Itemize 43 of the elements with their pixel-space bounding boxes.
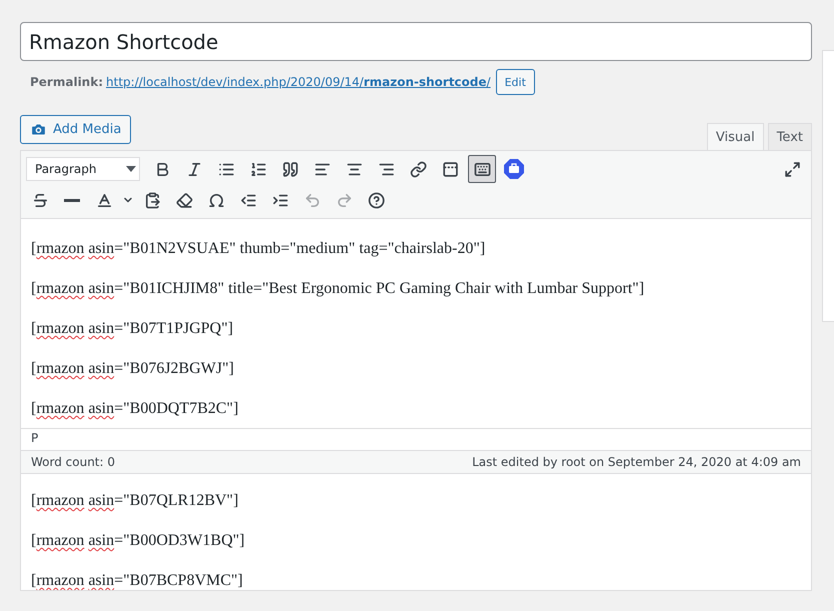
numbered-list-icon <box>250 160 266 178</box>
help-icon <box>368 192 384 208</box>
omega-icon <box>208 192 224 208</box>
element-path[interactable]: P <box>31 431 38 445</box>
align-left-icon <box>314 160 330 178</box>
bulleted-list-icon <box>218 160 234 178</box>
link-icon <box>410 160 426 178</box>
eraser-icon <box>176 192 192 208</box>
caret-icon <box>126 166 136 172</box>
fullscreen-icon <box>784 160 800 178</box>
shortcode-line: [rmazon asin="B01N2VSUAE" thumb="medium" tag="chairslab-20"] <box>31 239 486 258</box>
shortcode-line: [rmazon asin="B07QLR12BV"] <box>31 491 240 510</box>
shortcode-line: [rmazon asin="B01ICHJIM8" title="Best Ergonomic PC Gaming Chair with Lumbar Support"] <box>31 279 646 298</box>
shortcode-line: [rmazon asin="B07T1PJGPQ"] <box>31 319 234 338</box>
redo-icon <box>336 192 352 208</box>
strikethrough-icon <box>32 192 48 208</box>
last-edited: Last edited by root on September 24, 2020 at 4:09 am <box>472 455 801 469</box>
align-center-icon <box>346 160 362 178</box>
title-field[interactable]: Rmazon Shortcode <box>20 22 812 61</box>
permalink-label: Permalink: <box>30 75 104 89</box>
undo-icon <box>304 192 320 208</box>
quote-icon <box>282 160 298 178</box>
shortcode-line: [rmazon asin="B00DQT7B2C"] <box>31 399 240 418</box>
format-dropdown[interactable]: Paragraph <box>26 157 140 181</box>
read-more-icon <box>442 160 458 178</box>
edit-button[interactable]: Edit <box>496 69 535 95</box>
shortcode-line: [rmazon asin="B00OD3W1BQ"] <box>31 531 246 550</box>
align-right-icon <box>378 160 394 178</box>
shortcode-line: [rmazon asin="B07BCP8VMC"] <box>31 571 244 590</box>
add-media-button[interactable]: Add Media <box>20 115 132 144</box>
text-color-icon <box>96 192 112 208</box>
italic-icon <box>186 160 202 178</box>
keyboard-button[interactable] <box>468 155 496 183</box>
outdent-icon <box>240 192 256 208</box>
briefcase-icon <box>503 158 525 180</box>
word-count: Word count: 0 <box>31 455 116 469</box>
paste-icon <box>144 192 160 208</box>
permalink-link[interactable]: http://localhost/dev/index.php/2020/09/14/rmazon-shortcode/ <box>106 75 491 89</box>
keyboard-icon <box>474 160 490 178</box>
editor-tab[interactable]: Visual <box>706 123 764 151</box>
indent-icon <box>272 192 288 208</box>
editor-tab[interactable]: Text <box>768 123 812 151</box>
shortcode-line: [rmazon asin="B076J2BGWJ"] <box>31 359 235 378</box>
